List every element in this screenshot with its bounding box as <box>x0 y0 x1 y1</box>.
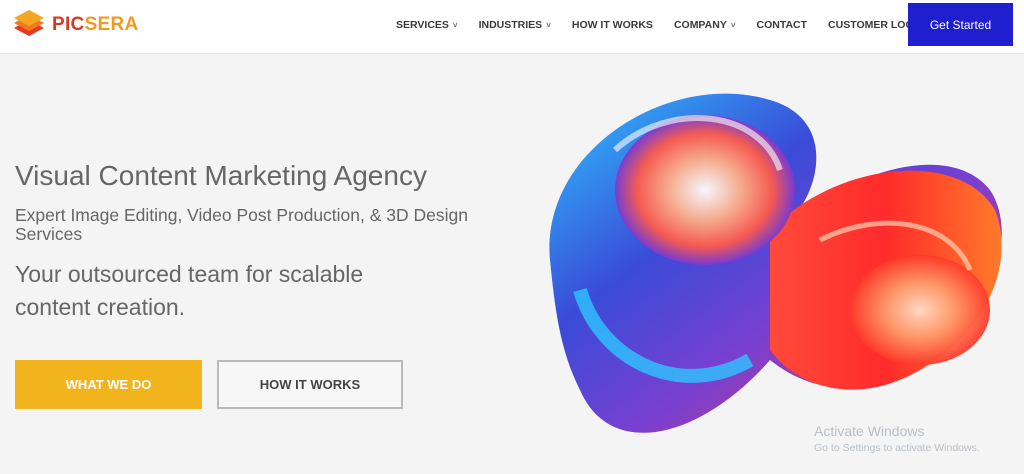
nav-item-company[interactable]: COMPANY ˅ <box>674 19 736 31</box>
nav-item-label: SERVICES <box>396 19 449 31</box>
hero-swirl-illustration <box>549 93 1002 433</box>
get-started-button[interactable]: Get Started <box>908 3 1013 46</box>
chevron-down-icon: ˅ <box>546 20 551 30</box>
windows-activation-watermark: Activate Windows Go to Settings to activ… <box>814 423 980 454</box>
nav-item-how-it-works[interactable]: HOW IT WORKS <box>572 19 653 31</box>
hero-title: Visual Content Marketing Agency <box>15 160 427 191</box>
hero-tagline: Your outsourced team for scalable conten… <box>15 261 364 320</box>
chevron-down-icon: ˅ <box>452 20 458 30</box>
watermark-title: Activate Windows <box>814 423 925 439</box>
what-we-do-button[interactable]: WHAT WE DO <box>15 360 202 409</box>
nav-item-label: HOW IT WORKS <box>571 19 653 31</box>
watermark-subtitle: Go to Settings to activate Windows. <box>814 442 980 454</box>
brand-logo[interactable]: PICSERA <box>12 8 139 42</box>
nav-item-label: COMPANY <box>673 19 727 31</box>
brand-wordmark-part1: PIC <box>52 14 85 35</box>
nav-item-label: CONTACT <box>756 19 808 31</box>
brand-wordmark: PICSERA <box>52 14 139 36</box>
nav-item-contact[interactable]: CONTACT <box>757 19 808 31</box>
nav-item-industries[interactable]: INDUSTRIES ˅ <box>479 19 551 31</box>
nav-item-label: INDUSTRIES <box>478 19 543 31</box>
nav-item-services[interactable]: SERVICES ˅ <box>396 19 458 31</box>
brand-wordmark-part2: SERA <box>84 14 139 35</box>
hero-subtitle: Expert Image Editing, Video Post Product… <box>15 205 468 244</box>
chevron-down-icon: ˅ <box>730 20 736 30</box>
site-header: PICSERA SERVICES ˅ INDUSTRIES ˅ HOW IT W… <box>0 0 1024 54</box>
how-it-works-button[interactable]: HOW IT WORKS <box>217 360 403 409</box>
layered-diamond-logo-icon <box>14 10 44 36</box>
main-nav: SERVICES ˅ INDUSTRIES ˅ HOW IT WORKS COM… <box>396 0 945 50</box>
